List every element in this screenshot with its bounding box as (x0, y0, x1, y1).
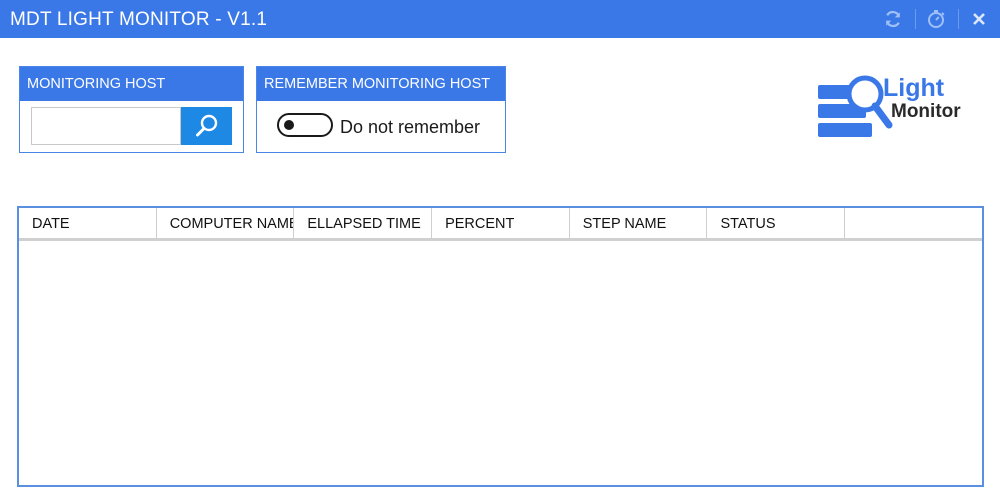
toggle-knob (284, 120, 294, 130)
column-header-date[interactable]: DATE (19, 208, 157, 238)
column-header-status[interactable]: STATUS (707, 208, 846, 238)
monitoring-host-header: MONITORING HOST (20, 67, 243, 101)
remember-host-header: REMEMBER MONITORING HOST (257, 67, 505, 101)
monitoring-host-panel: MONITORING HOST (19, 66, 244, 153)
title-bar: MDT LIGHT MONITOR - V1.1 (0, 0, 1000, 38)
remember-toggle-label: Do not remember (340, 117, 481, 137)
table-header: DATE COMPUTER NAME ELLAPSED TIME PERCENT… (19, 208, 982, 241)
search-icon (195, 114, 217, 137)
title-bar-separator (958, 9, 959, 29)
logo-text-monitor: Monitor (891, 101, 961, 122)
search-button[interactable] (181, 107, 232, 145)
refresh-icon (885, 10, 901, 28)
deployment-table: DATE COMPUTER NAME ELLAPSED TIME PERCENT… (17, 206, 984, 487)
window-title: MDT LIGHT MONITOR - V1.1 (10, 9, 268, 30)
column-header-computer-name[interactable]: COMPUTER NAME (157, 208, 295, 238)
column-header-step-name[interactable]: STEP NAME (570, 208, 708, 238)
close-button[interactable] (966, 6, 992, 32)
monitoring-host-input[interactable] (31, 107, 181, 145)
remember-host-panel: REMEMBER MONITORING HOST Do not remember (256, 66, 506, 153)
title-bar-separator (915, 9, 916, 29)
light-monitor-logo: Light Monitor (815, 72, 975, 147)
remember-toggle[interactable] (277, 113, 333, 137)
column-header-elapsed-time[interactable]: ELLAPSED TIME (294, 208, 433, 238)
column-header-filler (845, 208, 982, 238)
refresh-button[interactable] (880, 6, 906, 32)
column-header-percent[interactable]: PERCENT (432, 208, 570, 238)
logo-text-light: Light (883, 74, 945, 102)
close-icon (973, 13, 985, 25)
timer-icon (928, 10, 945, 28)
timer-button[interactable] (923, 6, 949, 32)
